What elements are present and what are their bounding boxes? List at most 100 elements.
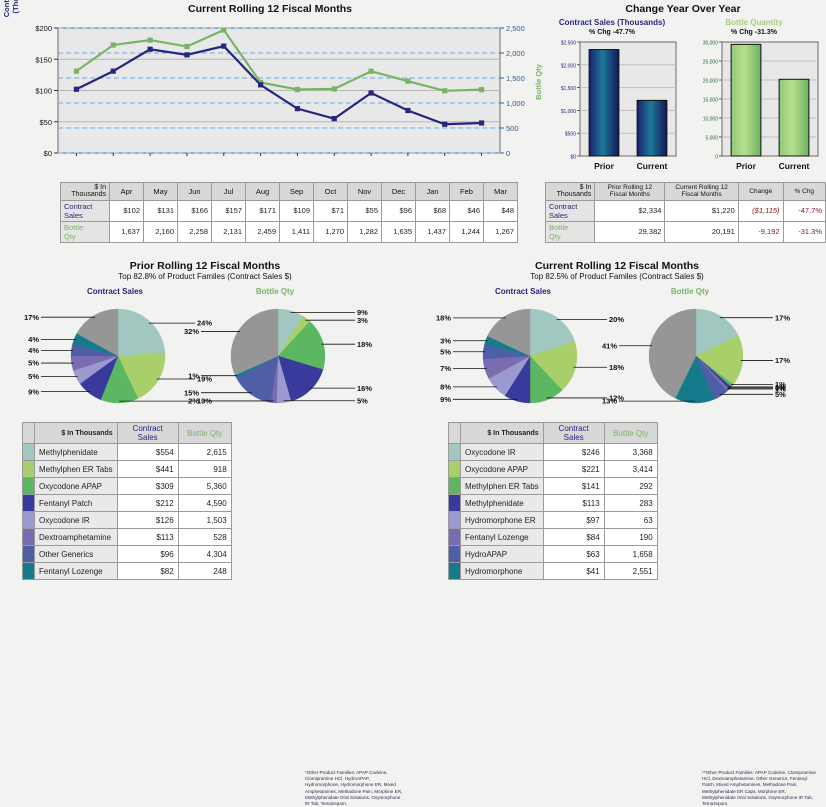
prior-product-name: Fentanyl Patch [34,494,118,512]
month-header: Mar [483,182,518,201]
months-cell: 2,131 [211,220,246,243]
table-row: Methylphen ER Tabs $441 918 [22,460,232,478]
prior-bottle-qty: 248 [177,562,232,580]
yoy-title: Change Year Over Year [625,3,741,15]
table-row: Hydromorphone ER $97 63 [448,511,658,529]
svg-text:1,000: 1,000 [506,99,525,108]
prior-contract-sales: $309 [116,477,179,495]
table-row: Oxycodone APAP $309 5,360 [22,477,232,495]
svg-text:25,000: 25,000 [703,60,719,66]
yoy-cell-prior: 29,382 [594,220,666,243]
prior-color-swatch [22,545,35,563]
current-contract-sales: $63 [542,545,605,563]
current-bottle-qty: 2,551 [603,562,658,580]
prior-product-name: Methylphen ER Tabs [34,460,118,478]
prior-bottle-qty: 1,503 [177,511,232,529]
svg-text:1,500: 1,500 [506,74,525,83]
svg-text:Current: Current [779,161,810,171]
svg-text:$0: $0 [570,155,576,161]
svg-text:Prior: Prior [594,161,615,171]
prior-contract-sales: $126 [116,511,179,529]
svg-text:15,000: 15,000 [703,98,719,104]
prior-color-swatch [22,477,35,495]
table-row: Fentanyl Lozenge $84 190 [448,528,658,546]
prior-title: Prior Rolling 12 Fiscal Months [129,260,281,272]
prior-cs-pie-label: Contract Sales [86,287,144,296]
yoy-left-pct: % Chg -47.7% [589,29,635,36]
svg-text:$100: $100 [35,87,52,96]
svg-text:18%: 18% [609,363,624,372]
svg-text:2%: 2% [188,397,199,406]
month-header: Jan [415,182,450,201]
svg-text:16%: 16% [357,384,372,393]
prior-product-name: Oxycodone IR [34,511,118,529]
svg-text:4%: 4% [28,335,39,344]
month-header: Oct [313,182,348,201]
table-row: Methylphenidate $554 2,615 [22,443,232,461]
svg-text:Prior: Prior [736,161,757,171]
yoy-left-title: Contract Sales (Thousands) [558,18,666,27]
month-header: Dec [381,182,416,201]
months-cell: 1,437 [415,220,450,243]
months-cell: 2,459 [245,220,280,243]
table-row: Fentanyl Lozenge $82 248 [22,562,232,580]
prior-table-corner: $ In Thousands [34,422,118,444]
current-product-name: Fentanyl Lozenge [460,528,544,546]
current-color-swatch [448,494,461,512]
prior-bottle-qty: 528 [177,528,232,546]
svg-text:17%: 17% [24,313,39,322]
svg-text:0: 0 [506,149,510,158]
month-header: Sep [279,182,314,201]
prior-product-name: Other Generics [34,545,118,563]
current-contract-sales: $113 [542,494,605,512]
prior-color-swatch [22,511,35,529]
svg-text:5%: 5% [357,396,368,405]
prior-bottle-qty: 4,590 [177,494,232,512]
months-cell: $71 [313,199,348,222]
swatch-header [22,422,35,444]
months-cell: 2,160 [143,220,178,243]
table-row: Methylphen ER Tabs $141 292 [448,477,658,495]
svg-text:17%: 17% [775,313,790,322]
yoy-table-header: Current Rolling 12 Fiscal Months [664,182,739,201]
prior-col-contract-sales: Contract Sales [116,422,179,444]
svg-text:18%: 18% [436,314,451,323]
prior-contract-sales: $113 [116,528,179,546]
current-footnote: **Other Product Families: APAP Codeine, … [702,770,816,806]
current-contract-sales: $97 [542,511,605,529]
current-color-swatch [448,511,461,529]
current-bq-pie-label: Bottle Qty [670,287,710,296]
months-row-bottle-qty: Bottle Qty [60,220,110,243]
yoy-cell-change: ($1,115) [737,199,784,222]
current-color-swatch [448,545,461,563]
current-color-swatch [448,460,461,478]
table-row: Oxycodone IR $126 1,503 [22,511,232,529]
svg-text:20%: 20% [609,315,624,324]
svg-text:5%: 5% [28,372,39,381]
prior-subtitle: Top 82.8% of Product Familes (Contract S… [118,272,292,281]
prior-product-name: Methylphenidate [34,443,118,461]
current-contract-sales: $221 [542,460,605,478]
current-product-name: HydroAPAP [460,545,544,563]
prior-color-swatch [22,528,35,546]
yoy-table-row: Contract Sales $2,334 $1,220 ($1,115) -47.7% [544,199,826,222]
table-row: HydroAPAP $63 1,658 [448,545,658,563]
current-bottle-qty: 3,414 [603,460,658,478]
svg-text:Current: Current [637,161,668,171]
yoy-cell-pct: -31.3% [782,220,826,243]
months-row-contract-sales: Contract Sales [60,199,110,222]
yoy-cell-change: -9,192 [737,220,784,243]
month-header: Jul [211,182,246,201]
yoy-right-title: Bottle Quantity [725,18,783,27]
months-cell: 1,244 [449,220,484,243]
current-contract-sales: $84 [542,528,605,546]
table-row: Oxycodone APAP $221 3,414 [448,460,658,478]
yoy-right-pct: % Chg -31.3% [731,29,777,36]
months-table-corner: $ In Thousands [60,182,110,201]
months-cell: $157 [211,199,246,222]
current-contract-sales: $246 [542,443,605,461]
svg-text:9%: 9% [28,387,39,396]
months-cell: $171 [245,199,280,222]
current-product-name: Methylphen ER Tabs [460,477,544,495]
svg-text:5%: 5% [28,359,39,368]
